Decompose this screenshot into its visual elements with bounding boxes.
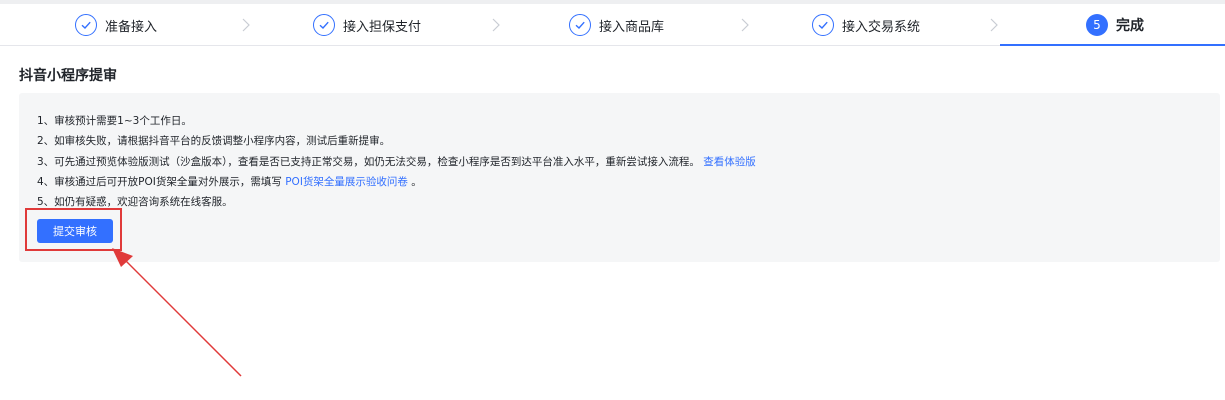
note-text: 3、可先通过预览体验版测试（沙盒版本），查看是否已支持正常交易，如仍无法交易，检…: [37, 155, 700, 168]
review-notes-list: 1、审核预计需要1~3个工作日。 2、如审核失败，请根据抖音平台的反馈调整小程序…: [37, 111, 756, 212]
note-item: 5、如仍有疑惑，欢迎咨询系统在线客服。: [37, 192, 756, 212]
step-number: 5: [1086, 14, 1108, 36]
note-item: 3、可先通过预览体验版测试（沙盒版本），查看是否已支持正常交易，如仍无法交易，检…: [37, 152, 756, 172]
chevron-right-icon: [741, 18, 749, 32]
check-icon: [313, 14, 335, 36]
note-item: 2、如审核失败，请根据抖音平台的反馈调整小程序内容，测试后重新提审。: [37, 131, 756, 151]
note-text: 5、如仍有疑惑，欢迎咨询系统在线客服。: [37, 196, 233, 209]
step-label: 接入商品库: [599, 19, 665, 35]
note-text: 4、审核通过后可开放POI货架全量对外展示，需填写: [37, 175, 282, 188]
step-label: 准备接入: [105, 19, 158, 35]
view-trial-version-link[interactable]: 查看体验版: [703, 156, 756, 168]
step-guaranteed-payment[interactable]: 接入担保支付: [313, 4, 421, 46]
step-complete[interactable]: 5 完成: [1086, 4, 1144, 46]
note-text: 1、审核预计需要1~3个工作日。: [37, 115, 192, 127]
check-icon: [812, 14, 834, 36]
step-prepare[interactable]: 准备接入: [75, 4, 157, 46]
note-item: 1、审核预计需要1~3个工作日。: [37, 111, 756, 131]
note-text: 2、如审核失败，请根据抖音平台的反馈调整小程序内容，测试后重新提审。: [37, 135, 391, 148]
chevron-right-icon: [242, 18, 250, 32]
section-title: 抖音小程序提审: [19, 68, 117, 84]
step-label: 接入交易系统: [842, 19, 921, 35]
step-label: 接入担保支付: [343, 19, 422, 35]
check-icon: [75, 14, 97, 36]
chevron-right-icon: [492, 18, 500, 32]
active-step-underline: [1000, 44, 1225, 46]
step-trading-system[interactable]: 接入交易系统: [812, 4, 920, 46]
annotation-highlight-box: [25, 208, 122, 251]
step-progress-bar: 准备接入 接入担保支付 接入商品库 接入交易系统 5 完成: [0, 4, 1225, 46]
step-product-library[interactable]: 接入商品库: [569, 4, 664, 46]
check-icon: [569, 14, 591, 36]
step-label: 完成: [1116, 18, 1144, 34]
chevron-right-icon: [990, 18, 998, 32]
note-item: 4、审核通过后可开放POI货架全量对外展示，需填写 POI货架全量展示验收问卷 …: [37, 172, 756, 192]
note-suffix: 。: [411, 175, 422, 188]
poi-questionnaire-link[interactable]: POI货架全量展示验收问卷: [285, 176, 408, 188]
